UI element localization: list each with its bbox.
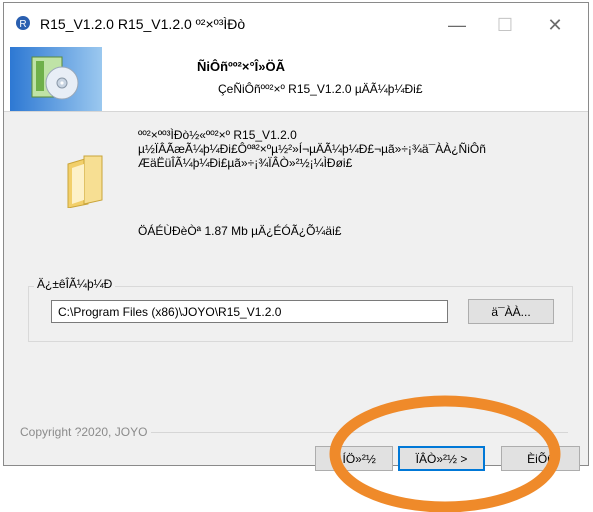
maximize-button[interactable]: ☐	[482, 3, 528, 47]
close-button[interactable]: ✕	[532, 3, 578, 47]
window-title: R15_V1.2.0 R15_V1.2.0 º²×º³ÌÐò	[40, 16, 246, 32]
header-subtitle: ÇeÑiÔñºº²×º R15_V1.2.0 µÄÃ¼þ¼Ði£	[218, 82, 423, 96]
header-title: ÑiÔñºº²×°Î»ÖÃ	[197, 59, 286, 74]
title-bar: R R15_V1.2.0 R15_V1.2.0 º²×º³ÌÐò — ☐ ✕	[4, 3, 588, 47]
info-text: ºº²×ºº³ÌÐò½«ºº²×º R15_V1.2.0 µ½ÏÂÃæÃ¼þ¼Ð…	[138, 128, 486, 170]
svg-text:R: R	[19, 19, 26, 30]
info-line: ÆäËüÎÃ¼þ¼Ði£µã»÷¡¾ÏÂÒ»²½¡¼ÌÐøi£	[138, 156, 353, 170]
destination-label: Ä¿±êÎÃ¼þ¼Ð	[34, 277, 116, 291]
close-icon: ✕	[547, 14, 563, 35]
info-line: µ½ÏÂÃæÃ¼þ¼Ði£Ôºª²×ºµ½²»Í¬µÄÃ¼þ¼Ð£¬µã»÷¡¾…	[138, 142, 486, 156]
wizard-header: ÑiÔñºº²×°Î»ÖÃ ÇeÑiÔñºº²×º R15_V1.2.0 µÄÃ…	[4, 47, 588, 112]
browse-button[interactable]: ä¯ÀÀ...	[468, 299, 554, 324]
minimize-button[interactable]: —	[434, 3, 480, 47]
cancel-button[interactable]: ÈiÕû	[501, 446, 580, 471]
info-line: ºº²×ºº³ÌÐò½«ºº²×º R15_V1.2.0	[138, 128, 297, 142]
copyright-line: Copyright ?2020, JOYO	[20, 425, 568, 439]
installer-cd-icon	[10, 47, 102, 111]
folder-icon	[67, 155, 103, 208]
maximize-icon: ☐	[496, 14, 514, 35]
space-required-text: ÖÁÉÙÐèÒª 1.87 Mb µÄ¿ÉÓÃ¿Õ¼äi£	[138, 224, 342, 238]
back-button[interactable]: < ÍÖ»²½	[315, 446, 393, 471]
destination-path-input[interactable]	[51, 300, 448, 323]
wizard-body: ºº²×ºº³ÌÐò½«ºº²×º R15_V1.2.0 µ½ÏÂÃæÃ¼þ¼Ð…	[4, 112, 588, 471]
installer-window: R R15_V1.2.0 R15_V1.2.0 º²×º³ÌÐò — ☐ ✕ Ñ…	[3, 2, 589, 471]
app-icon: R	[16, 16, 30, 30]
copyright-text: Copyright ?2020, JOYO	[20, 425, 152, 439]
minimize-icon: —	[448, 14, 466, 35]
next-button[interactable]: ÏÂÒ»²½ >	[398, 446, 485, 471]
